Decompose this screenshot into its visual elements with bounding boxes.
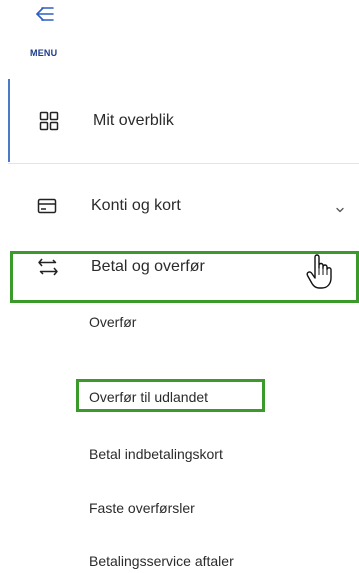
menu-label: MENU: [30, 48, 58, 58]
chevron-down-icon: [335, 202, 345, 212]
menu-toggle-button[interactable]: MENU: [30, 2, 62, 60]
grid-icon: [39, 111, 59, 131]
nav-item-label: Betal og overfør: [91, 257, 205, 275]
sub-item-faste-overfoersler[interactable]: Faste overførsler: [89, 500, 195, 516]
sub-item-overfoer[interactable]: Overfør: [89, 314, 136, 330]
sub-item-betalingsservice-aftaler[interactable]: Betalingsservice aftaler: [89, 553, 234, 569]
sub-item-overfoer-til-udlandet[interactable]: Overfør til udlandet: [89, 389, 208, 405]
back-arrow-lines-icon: [36, 7, 54, 21]
transfer-arrows-icon: [37, 257, 58, 277]
nav-item-mit-overblik[interactable]: Mit overblik: [8, 79, 359, 162]
nav-item-label: Mit overblik: [93, 111, 174, 129]
hand-cursor-icon: [306, 254, 332, 289]
card-icon: [37, 196, 57, 216]
navigation-menu: MENU Mit overblik Konti og kort Betal og…: [0, 0, 359, 573]
sub-item-betal-indbetalingskort[interactable]: Betal indbetalingskort: [89, 446, 223, 462]
nav-item-label: Konti og kort: [91, 196, 181, 214]
